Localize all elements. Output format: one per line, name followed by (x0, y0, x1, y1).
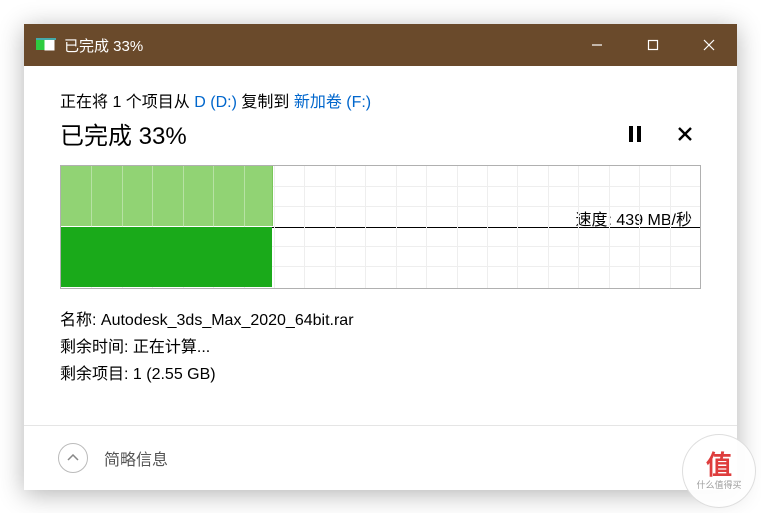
detail-time: 剩余时间: 正在计算... (60, 334, 701, 361)
copy-progress-icon (28, 38, 64, 52)
fewer-details-toggle[interactable] (58, 443, 88, 473)
watermark: 值 什么值得买 (683, 435, 755, 507)
cancel-button[interactable] (669, 118, 701, 150)
footer-label: 简略信息 (104, 446, 168, 470)
file-copy-dialog: 已完成 33% 正在将 1 个项目从 D (D:) 复制到 新加卷 (F:) 已… (24, 24, 737, 490)
pause-button[interactable] (619, 118, 651, 150)
copy-description: 正在将 1 个项目从 D (D:) 复制到 新加卷 (F:) (60, 88, 701, 112)
source-link[interactable]: D (D:) (194, 94, 237, 111)
dialog-body: 正在将 1 个项目从 D (D:) 复制到 新加卷 (F:) 已完成 33% 速… (24, 66, 737, 389)
detail-name: 名称: Autodesk_3ds_Max_2020_64bit.rar (60, 307, 701, 334)
titlebar[interactable]: 已完成 33% (24, 24, 737, 66)
maximize-button[interactable] (625, 24, 681, 66)
progress-text: 已完成 33% (60, 116, 601, 151)
footer: 简略信息 (24, 425, 737, 490)
speed-label: 速度: 439 MB/秒 (576, 206, 692, 230)
speed-chart: 速度: 439 MB/秒 (60, 165, 701, 289)
minimize-button[interactable] (569, 24, 625, 66)
dest-link[interactable]: 新加卷 (F:) (294, 94, 371, 111)
progress-headline: 已完成 33% (60, 116, 701, 151)
window-title: 已完成 33% (64, 35, 569, 56)
details-block: 名称: Autodesk_3ds_Max_2020_64bit.rar 剩余时间… (60, 307, 701, 389)
detail-items: 剩余项目: 1 (2.55 GB) (60, 361, 701, 388)
close-button[interactable] (681, 24, 737, 66)
chevron-up-icon (67, 454, 79, 462)
